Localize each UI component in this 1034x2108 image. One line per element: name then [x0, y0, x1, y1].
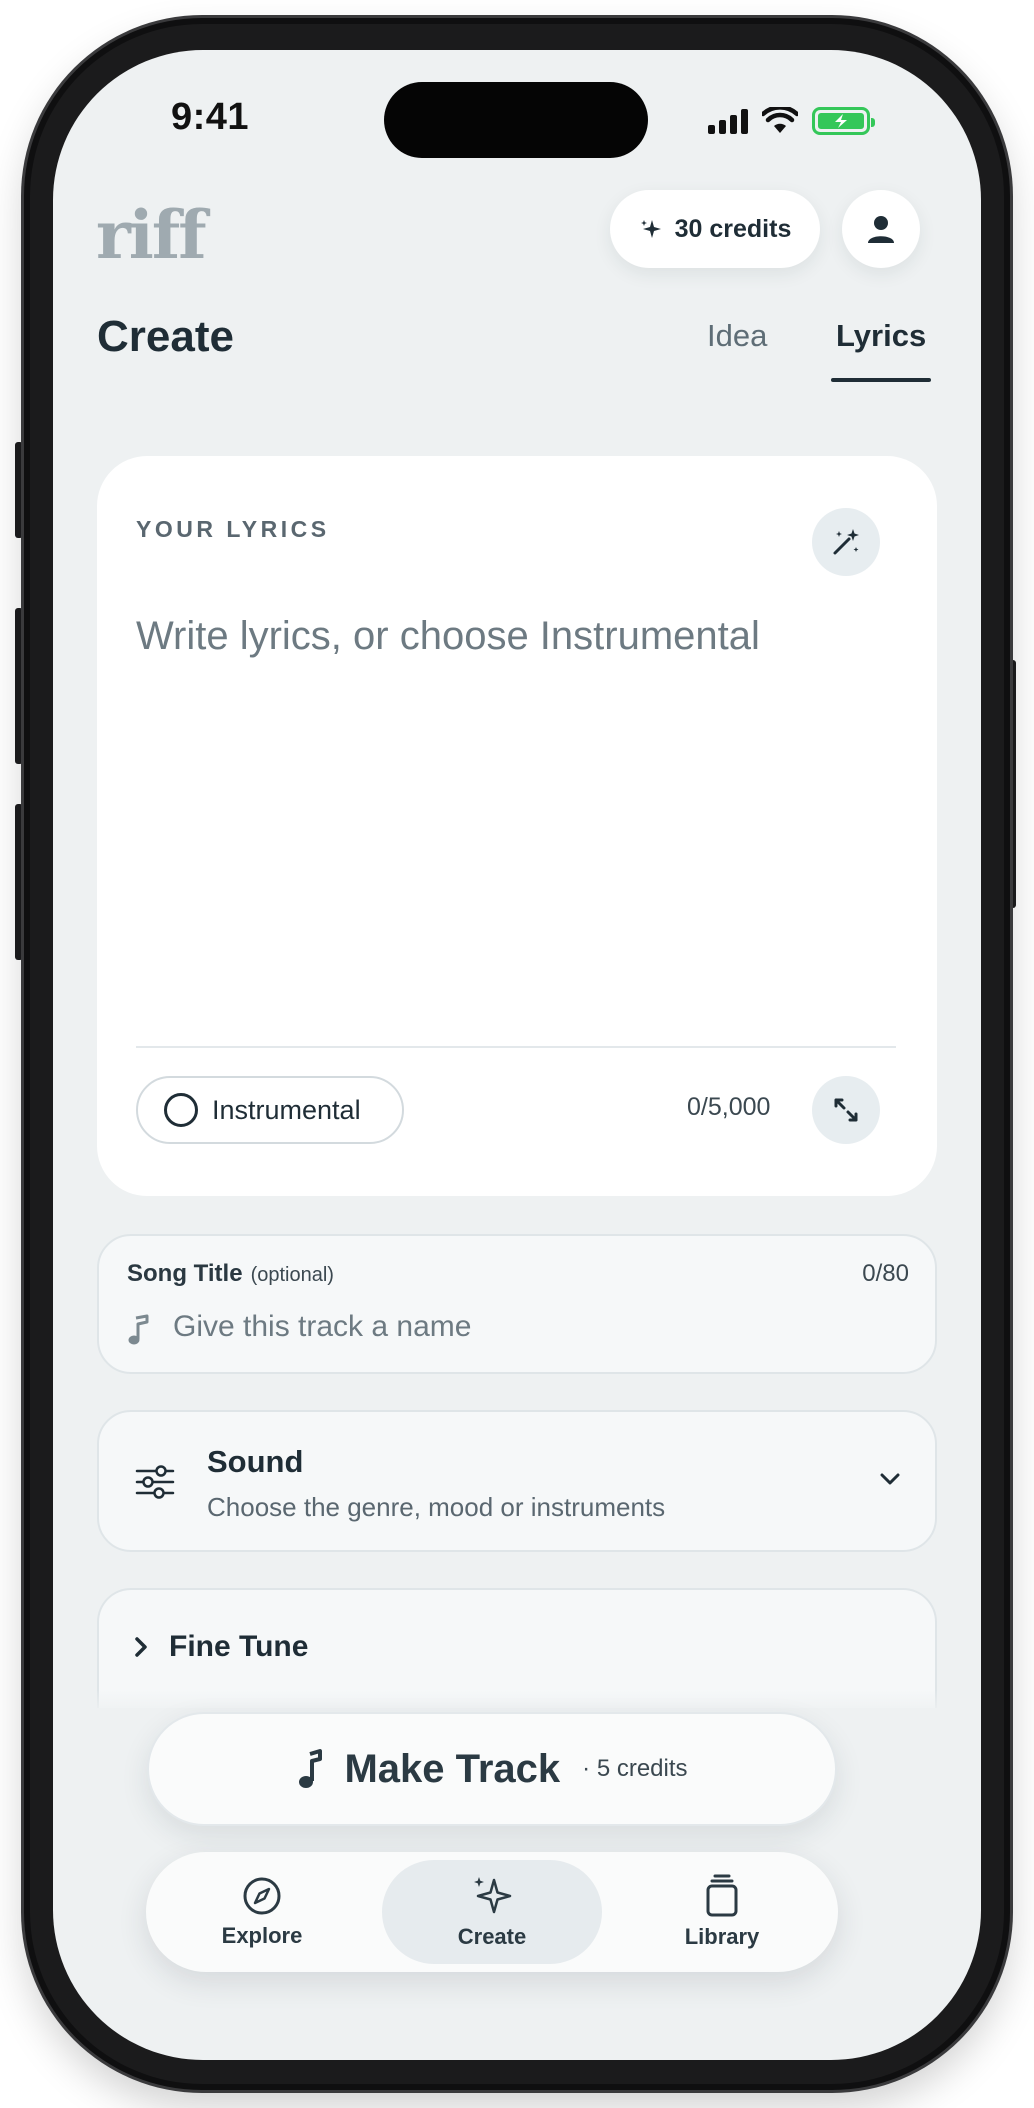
wifi-icon [762, 107, 798, 133]
make-track-cost: · 5 credits [582, 1755, 688, 1782]
library-icon [706, 1874, 738, 1917]
sparkle-icon [640, 220, 661, 238]
nav-create-label: Create [457, 1924, 527, 1949]
status-time: 9:41 [171, 96, 250, 138]
magic-wand-icon [833, 529, 859, 555]
lyrics-char-count: 0/5,000 [687, 1093, 771, 1121]
app-screen: 9:41 riff 30 credits Create Idea Lyrics … [53, 50, 981, 2060]
chevron-down-icon [880, 1473, 900, 1485]
lyrics-label: YOUR LYRICS [136, 516, 330, 542]
song-title-count: 0/80 [862, 1260, 909, 1287]
sound-subtitle: Choose the genre, mood or instruments [207, 1492, 666, 1522]
lyrics-input[interactable]: Write lyrics, or choose Instrumental [136, 614, 760, 659]
status-icons [708, 106, 875, 136]
music-note-icon [128, 1314, 149, 1345]
optional-hint: (optional) [250, 1264, 334, 1286]
generate-lyrics-button[interactable] [812, 508, 880, 576]
song-title-label: Song Title (optional) [127, 1260, 334, 1288]
song-title-input[interactable]: Give this track a name [173, 1310, 471, 1344]
nav-library[interactable]: Library [612, 1860, 832, 1964]
nav-library-label: Library [684, 1924, 760, 1949]
lyrics-divider [136, 1046, 896, 1048]
battery-icon [812, 107, 875, 135]
instrumental-toggle[interactable]: Instrumental [136, 1076, 404, 1144]
music-note-icon [299, 1749, 323, 1788]
credits-button[interactable]: 30 credits [610, 190, 820, 268]
tab-lyrics[interactable]: Lyrics [836, 318, 926, 354]
sparkle-icon [474, 1877, 512, 1914]
active-tab-indicator [831, 378, 931, 382]
credits-label: 30 credits [674, 214, 792, 243]
nav-create[interactable]: Create [382, 1860, 602, 1964]
user-icon [868, 216, 894, 243]
song-title-label-text: Song Title [127, 1260, 243, 1287]
make-track-label: Make Track [344, 1746, 561, 1791]
cellular-signal-icon [708, 108, 748, 134]
sound-selector[interactable]: Sound Choose the genre, mood or instrume… [97, 1410, 937, 1552]
app-logo: riff [96, 196, 207, 274]
nav-explore[interactable]: Explore [152, 1860, 372, 1964]
volume-up-button [15, 608, 23, 764]
volume-down-button [15, 804, 23, 960]
bottom-nav: Explore Create Library [146, 1852, 838, 1972]
expand-icon [834, 1098, 858, 1122]
tab-idea[interactable]: Idea [707, 318, 767, 354]
fine-tune-title: Fine Tune [169, 1630, 309, 1663]
action-button [15, 442, 23, 538]
dynamic-island [384, 82, 648, 158]
song-title-field[interactable]: Song Title (optional) 0/80 Give this trac… [97, 1234, 937, 1374]
make-track-button[interactable]: Make Track · 5 credits [147, 1712, 837, 1826]
lyrics-card: YOUR LYRICS Write lyrics, or choose Inst… [97, 456, 937, 1196]
expand-button[interactable] [812, 1076, 880, 1144]
sound-title: Sound [207, 1444, 304, 1479]
instrumental-label: Instrumental [212, 1094, 361, 1125]
page-title: Create [97, 312, 234, 361]
sliders-icon [135, 1465, 175, 1499]
radio-circle-icon [164, 1093, 198, 1127]
profile-button[interactable] [842, 190, 920, 268]
compass-icon [243, 1877, 281, 1915]
nav-explore-label: Explore [221, 1923, 303, 1948]
chevron-right-icon [135, 1637, 147, 1657]
